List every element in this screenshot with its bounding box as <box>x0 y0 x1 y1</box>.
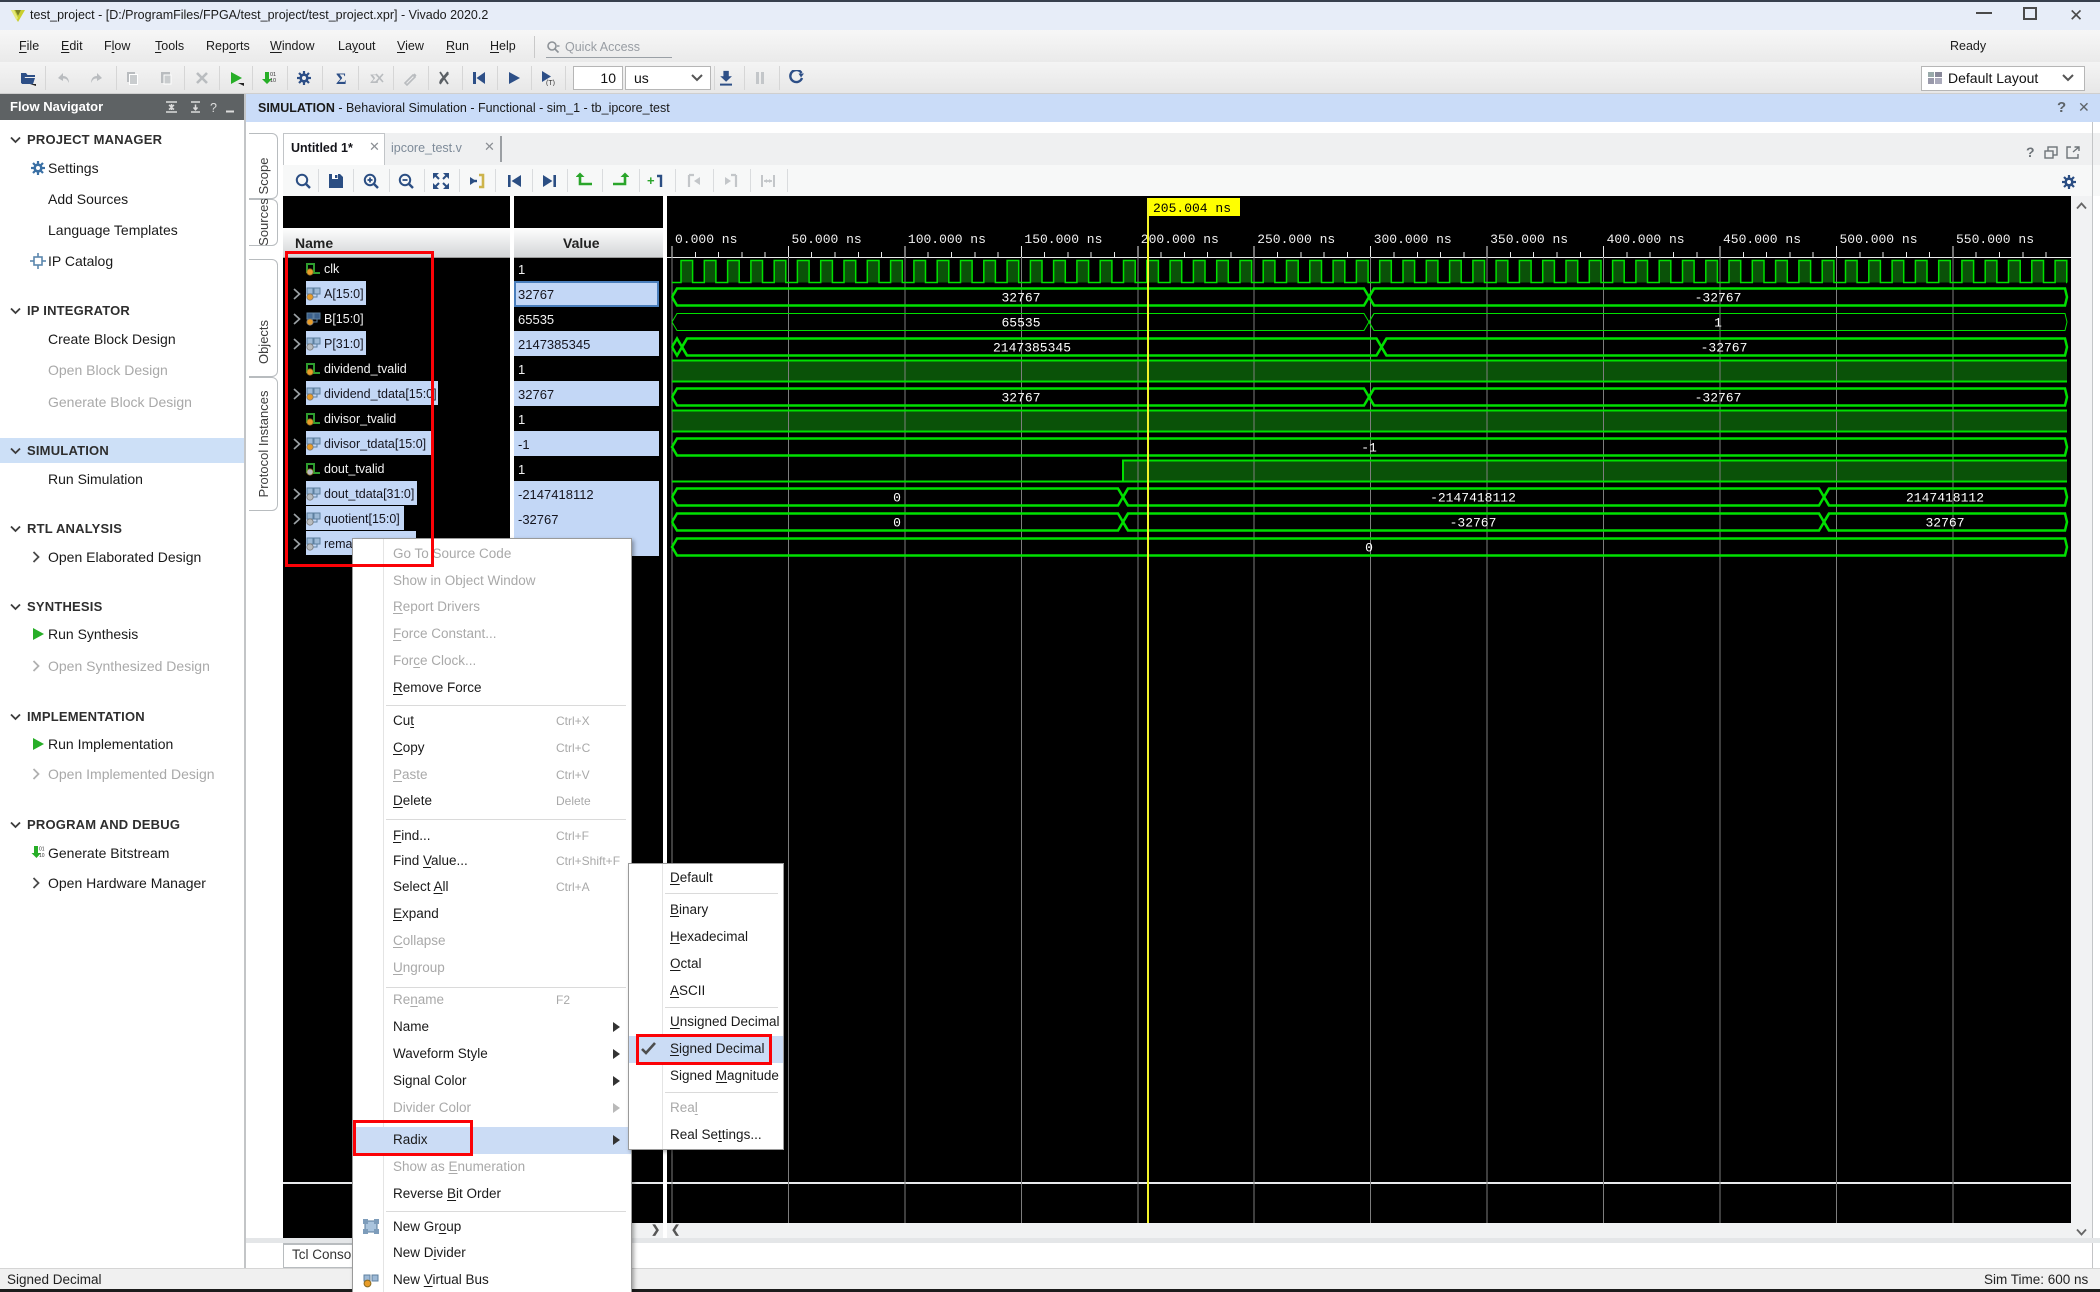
svg-text:1: 1 <box>1714 316 1722 331</box>
svg-text:2147385345: 2147385345 <box>993 341 1071 356</box>
svg-text:2147418112: 2147418112 <box>1906 491 1984 506</box>
svg-text:Σ: Σ <box>336 71 346 86</box>
svg-text:200.000 ns: 200.000 ns <box>1141 232 1219 247</box>
svg-text:Protocol Instances: Protocol Instances <box>256 390 271 497</box>
svg-text:32767: 32767 <box>1925 516 1964 531</box>
svg-text:Σ: Σ <box>370 71 379 86</box>
svg-text:0: 0 <box>893 516 901 531</box>
svg-text:450.000 ns: 450.000 ns <box>1723 232 1801 247</box>
svg-text:-1: -1 <box>1361 441 1377 456</box>
svg-text:0.000 ns: 0.000 ns <box>675 232 737 247</box>
svg-text:400.000 ns: 400.000 ns <box>1607 232 1685 247</box>
svg-text:50.000 ns: 50.000 ns <box>792 232 862 247</box>
svg-text:550.000 ns: 550.000 ns <box>1956 232 2034 247</box>
svg-text:Sources: Sources <box>256 199 271 246</box>
svg-text:65535: 65535 <box>1001 316 1040 331</box>
svg-text:32767: 32767 <box>1001 391 1040 406</box>
svg-text:100.000 ns: 100.000 ns <box>908 232 986 247</box>
svg-text:0: 0 <box>1365 541 1373 556</box>
svg-text:+: + <box>647 173 655 188</box>
svg-text:350.000 ns: 350.000 ns <box>1490 232 1568 247</box>
svg-text:250.000 ns: 250.000 ns <box>1257 232 1335 247</box>
svg-text:10: 10 <box>270 78 276 84</box>
svg-text:300.000 ns: 300.000 ns <box>1374 232 1452 247</box>
svg-text:500.000 ns: 500.000 ns <box>1840 232 1918 247</box>
svg-text:-32767: -32767 <box>1695 391 1742 406</box>
svg-text:Scope: Scope <box>256 158 271 195</box>
svg-text:(T): (T) <box>546 80 555 86</box>
svg-text:-2147418112: -2147418112 <box>1430 491 1516 506</box>
svg-text:Objects: Objects <box>256 319 271 364</box>
svg-text:205.004 ns: 205.004 ns <box>1153 201 1231 216</box>
svg-text:0: 0 <box>893 491 901 506</box>
svg-text:10: 10 <box>39 853 45 859</box>
svg-text:150.000 ns: 150.000 ns <box>1024 232 1102 247</box>
svg-text:-32767: -32767 <box>1695 291 1742 306</box>
svg-text:?: ? <box>210 101 217 114</box>
svg-text:01: 01 <box>39 847 45 853</box>
svg-text:-32767: -32767 <box>1450 516 1497 531</box>
svg-text:32767: 32767 <box>1001 291 1040 306</box>
svg-text:-32767: -32767 <box>1701 341 1748 356</box>
